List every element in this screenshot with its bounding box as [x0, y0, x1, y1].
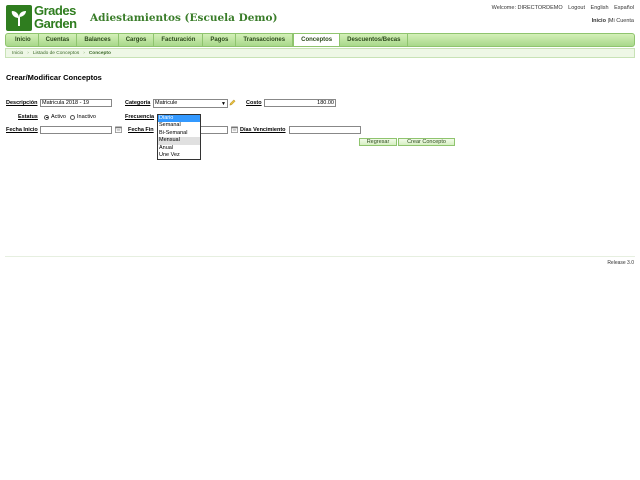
costo-label: Costo	[246, 100, 262, 106]
breadcrumb: Inicio › Listado de Conceptos › Concepto	[5, 48, 635, 58]
inactivo-label: Inactivo	[76, 114, 96, 120]
estatus-label: Estatus	[18, 114, 38, 120]
frecuencia-option-diario[interactable]: Diario	[158, 115, 200, 123]
footer-divider	[5, 256, 635, 257]
user-links: Inicio |Mi Cuenta	[592, 18, 634, 24]
main-nav: Inicio Cuentas Balances Cargos Facturaci…	[5, 33, 635, 47]
espanol-link[interactable]: Español	[614, 5, 634, 11]
inactivo-radio[interactable]	[69, 114, 75, 120]
dias-vencimiento-input[interactable]	[289, 126, 361, 134]
descripcion-label: Descripción	[6, 100, 38, 106]
frecuencia-option-bi-semanal[interactable]: Bi-Semanal	[158, 130, 200, 137]
fecha-fin-input[interactable]	[200, 126, 228, 134]
nav-conceptos[interactable]: Conceptos	[293, 34, 341, 46]
logo-text: Grades Garden	[34, 4, 77, 30]
sprout-icon	[6, 5, 32, 31]
activo-radio[interactable]	[44, 114, 49, 120]
descripcion-input[interactable]: Matricula 2018 - 19	[40, 99, 112, 107]
breadcrumb-home[interactable]: Inicio	[12, 51, 23, 56]
breadcrumb-list[interactable]: Listado de Conceptos	[33, 51, 79, 56]
pencil-icon[interactable]	[229, 99, 236, 106]
breadcrumb-separator: ›	[27, 50, 29, 56]
nav-cargos[interactable]: Cargos	[119, 34, 155, 46]
categoria-select[interactable]: Matricule ▼	[153, 99, 228, 108]
nav-balances[interactable]: Balances	[77, 34, 119, 46]
logout-link[interactable]: Logout	[568, 5, 585, 11]
nav-facturacion[interactable]: Facturación	[154, 34, 204, 46]
mi-cuenta-link[interactable]: Mi Cuenta	[609, 18, 634, 24]
fecha-inicio-input[interactable]	[40, 126, 112, 134]
chevron-down-icon: ▼	[221, 101, 226, 107]
app-title: Adiestamientos (Escuela Demo)	[90, 12, 278, 24]
regresar-button[interactable]: Regresar	[359, 138, 397, 146]
logo-line-2: Garden	[34, 16, 77, 31]
grades-garden-logo[interactable]: Grades Garden	[6, 4, 84, 31]
nav-inicio[interactable]: Inicio	[8, 34, 39, 46]
frecuencia-option-une-vez[interactable]: Une Vez	[158, 152, 200, 159]
frecuencia-option-mensual[interactable]: Mensual	[158, 137, 200, 145]
release-text: Release 3.0	[607, 260, 634, 266]
fecha-fin-label: Fecha Fin	[128, 127, 154, 133]
dias-vencimiento-label: Días Vencimiento	[240, 127, 286, 133]
english-link[interactable]: English	[591, 5, 609, 11]
categoria-value: Matricule	[155, 100, 178, 106]
page-title: Crear/Modificar Conceptos	[6, 73, 102, 82]
calendar-icon[interactable]	[231, 126, 238, 133]
frecuencia-dropdown-list[interactable]: Diario Semanal Bi-Semanal Mensual Anual …	[157, 114, 201, 161]
costo-input[interactable]: 180.00	[264, 99, 336, 107]
inicio-link[interactable]: Inicio	[592, 18, 606, 24]
nav-transacciones[interactable]: Transacciones	[236, 34, 294, 46]
calendar-icon[interactable]	[115, 126, 122, 133]
breadcrumb-current: Concepto	[88, 50, 111, 56]
nav-cuentas[interactable]: Cuentas	[39, 34, 78, 46]
estatus-radio-group: Activo Inactivo	[44, 114, 96, 120]
fecha-inicio-label: Fecha Inicio	[6, 127, 38, 133]
crear-concepto-button[interactable]: Crear Concepto	[398, 138, 455, 146]
welcome-text: Welcome: DIRECTORDEMO	[491, 5, 563, 11]
nav-descuentos-becas[interactable]: Descuentos/Becas	[340, 34, 409, 46]
top-links: Welcome: DIRECTORDEMO Logout English Esp…	[488, 5, 634, 11]
nav-pagos[interactable]: Pagos	[203, 34, 237, 46]
activo-label: Activo	[51, 114, 66, 120]
categoria-label: Categoría	[125, 100, 151, 106]
breadcrumb-separator: ›	[83, 50, 85, 56]
frecuencia-option-anual[interactable]: Anual	[158, 145, 200, 152]
frecuencia-label: Frecuencia	[125, 114, 155, 120]
frecuencia-option-semanal[interactable]: Semanal	[158, 122, 200, 129]
